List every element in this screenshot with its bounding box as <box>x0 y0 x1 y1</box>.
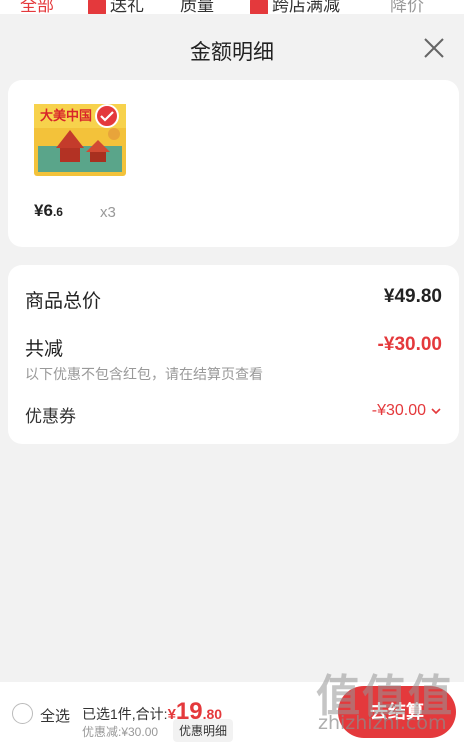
selected-count-text: 已选1件,合计: <box>82 706 168 722</box>
coupon-value: -¥30.00 <box>371 402 426 419</box>
price-breakdown-card: 商品总价 ¥49.80 共减 -¥30.00 以下优惠不包含红包，请在结算页查看… <box>8 265 459 444</box>
bg-tab-cross-store[interactable]: 跨店满减 <box>250 0 340 14</box>
chevron-down-icon <box>431 408 441 414</box>
total-price-value: ¥49.80 <box>383 286 442 307</box>
coupon-value-wrap[interactable]: -¥30.00 <box>372 402 442 420</box>
product-image-title: 大美中国 <box>40 108 92 124</box>
total-price-label: 商品总价 <box>25 291 102 312</box>
gift-icon <box>88 0 106 14</box>
select-all-radio[interactable] <box>12 703 33 724</box>
sheet-title: 金额明细 <box>190 41 274 64</box>
sheet-header: 金额明细 <box>0 14 464 80</box>
checkout-button[interactable]: 去结算 <box>338 686 456 738</box>
checkout-bar: 全选 已选1件,合计:¥19.80 优惠减:¥30.00 优惠明细 去结算 <box>0 682 464 744</box>
product-price: ¥6.6 <box>34 201 63 220</box>
total-reduction-value: -¥30.00 <box>377 334 442 355</box>
promo-icon <box>250 0 268 14</box>
check-icon <box>100 111 114 122</box>
bg-tab-quality[interactable]: 质量 <box>180 0 214 14</box>
amount-detail-sheet: 金额明细 大美中国 ¥6.6 x3 商品总价 ¥49.80 共减 -¥30.00… <box>0 14 464 682</box>
select-all-label[interactable]: 全选 <box>40 705 70 726</box>
product-card: 大美中国 ¥6.6 x3 <box>8 80 459 247</box>
coupon-label: 优惠券 <box>25 407 76 426</box>
bg-tab-price-drop[interactable]: 降价 <box>390 0 424 14</box>
close-button[interactable] <box>418 32 450 64</box>
background-tab-bar: 全部 送礼 质量 跨店满减 降价 <box>0 0 464 14</box>
total-reduction-label: 共减 <box>25 339 64 360</box>
discount-detail-button[interactable]: 优惠明细 <box>173 719 234 742</box>
bg-tab-all[interactable]: 全部 <box>20 0 54 14</box>
close-icon <box>424 38 444 58</box>
reduction-note: 以下优惠不包含红包，请在结算页查看 <box>25 366 263 382</box>
product-quantity: x3 <box>100 204 116 221</box>
bg-tab-gift[interactable]: 送礼 <box>88 0 144 14</box>
discount-summary: 优惠减:¥30.00 <box>82 725 159 739</box>
selected-badge <box>95 104 119 128</box>
